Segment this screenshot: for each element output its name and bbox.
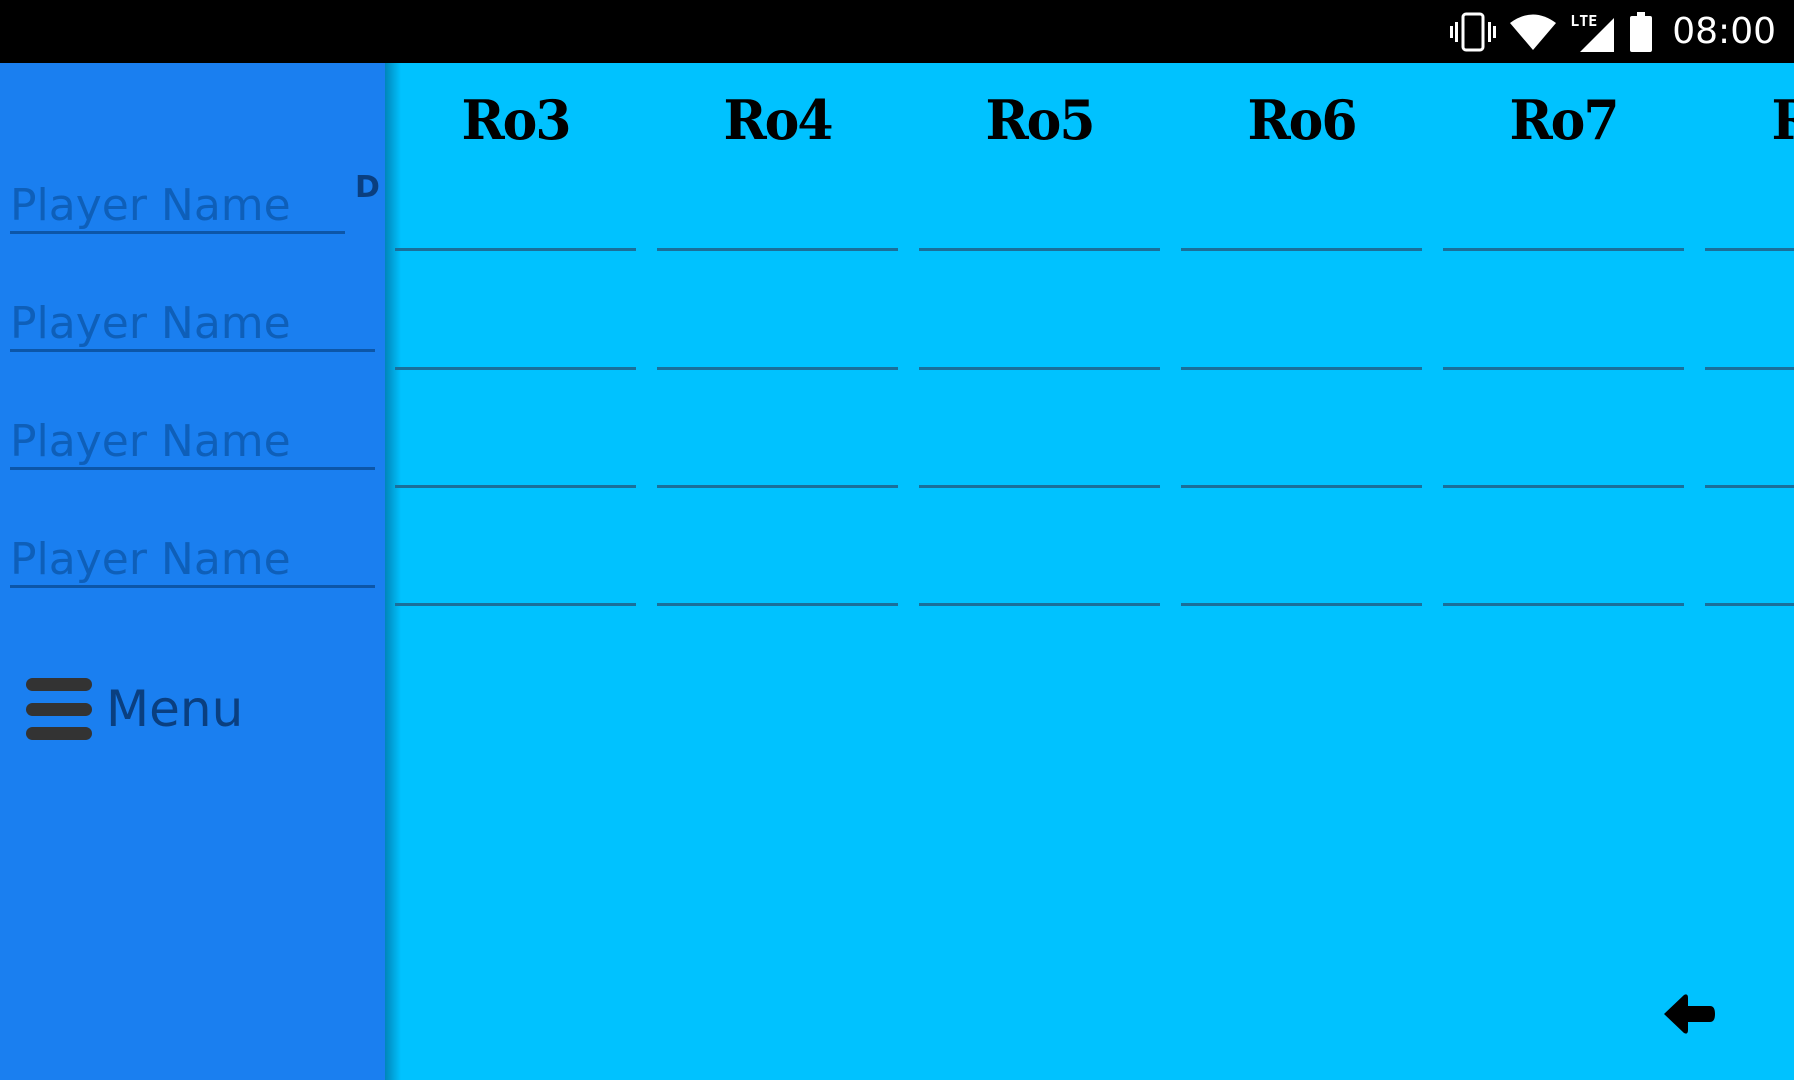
dealer-marker: D xyxy=(355,170,380,205)
score-input-ro7-row1[interactable] xyxy=(1443,248,1684,251)
hamburger-icon xyxy=(26,678,92,740)
score-input-ro5-row3[interactable] xyxy=(919,485,1160,488)
column-header-ro4: Ro4 xyxy=(723,88,833,153)
clock: 08:00 xyxy=(1672,11,1776,52)
column-header-ro7: Ro7 xyxy=(1509,88,1619,153)
score-input-ro6-row1[interactable] xyxy=(1181,248,1422,251)
column-header-ro5: Ro5 xyxy=(985,88,1095,153)
wifi-icon xyxy=(1510,14,1557,50)
player-name-input-1[interactable]: Player Name xyxy=(10,181,345,234)
player-name-input-4[interactable]: Player Name xyxy=(10,535,375,588)
score-input-ro6-row3[interactable] xyxy=(1181,485,1422,488)
score-input-ro4-row1[interactable] xyxy=(657,248,898,251)
column-header-ro8: Ro8 xyxy=(1705,88,1794,152)
sidebar-shadow xyxy=(385,63,401,1080)
score-input-ro4-row4[interactable] xyxy=(657,603,898,606)
score-input-ro4-row3[interactable] xyxy=(657,485,898,488)
column-header-ro6: Ro6 xyxy=(1247,88,1357,153)
status-bar: LTE 08:00 xyxy=(0,0,1794,63)
menu-label: Menu xyxy=(106,680,244,738)
score-input-ro3-row4[interactable] xyxy=(395,603,636,606)
score-input-ro4-row2[interactable] xyxy=(657,367,898,370)
score-input-ro7-row4[interactable] xyxy=(1443,603,1684,606)
score-input-ro5-row1[interactable] xyxy=(919,248,1160,251)
score-input-ro8-row2[interactable] xyxy=(1705,367,1794,370)
score-input-ro8-row3[interactable] xyxy=(1705,485,1794,488)
back-arrow-icon[interactable] xyxy=(1662,993,1716,1035)
score-input-ro8-row4[interactable] xyxy=(1705,603,1794,606)
player-name-input-2[interactable]: Player Name xyxy=(10,299,375,352)
lte-signal-icon: LTE xyxy=(1570,12,1616,52)
score-input-ro7-row2[interactable] xyxy=(1443,367,1684,370)
score-input-ro5-row4[interactable] xyxy=(919,603,1160,606)
score-input-ro3-row1[interactable] xyxy=(395,248,636,251)
player-name-input-3[interactable]: Player Name xyxy=(10,417,375,470)
score-input-ro6-row4[interactable] xyxy=(1181,603,1422,606)
battery-icon xyxy=(1630,11,1653,52)
score-input-ro6-row2[interactable] xyxy=(1181,367,1422,370)
menu-button[interactable]: Menu xyxy=(26,678,243,740)
score-input-ro7-row3[interactable] xyxy=(1443,485,1684,488)
column-header-ro3: Ro3 xyxy=(461,88,571,153)
vibrate-icon xyxy=(1450,12,1497,51)
score-input-ro8-row1[interactable] xyxy=(1705,248,1794,251)
score-input-ro3-row3[interactable] xyxy=(395,485,636,488)
score-input-ro5-row2[interactable] xyxy=(919,367,1160,370)
score-input-ro3-row2[interactable] xyxy=(395,367,636,370)
status-icons: LTE 08:00 xyxy=(1450,0,1776,63)
